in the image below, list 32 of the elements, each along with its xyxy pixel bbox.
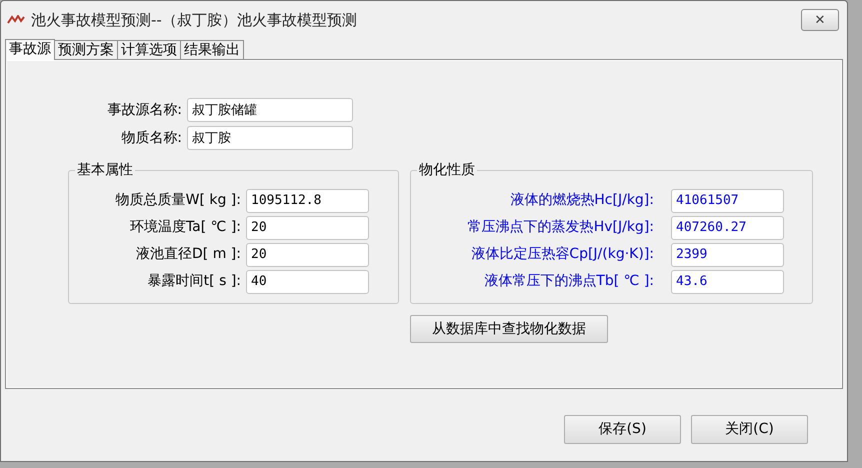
field-label: 常压沸点下的蒸发热Hv[J/kg]: bbox=[466, 218, 654, 237]
app-logo-icon bbox=[7, 15, 25, 25]
group-title: 基本属性 bbox=[75, 161, 135, 179]
field-label: 事故源名称: bbox=[106, 100, 182, 120]
tab[interactable]: 事故源 bbox=[5, 39, 55, 60]
input-field[interactable]: 叔丁胺储罐 bbox=[187, 98, 353, 122]
field-label: 液体比定压热容Cp[J/(kg·K)]: bbox=[470, 245, 654, 264]
field-label: 液体的燃烧热Hc[J/kg]: bbox=[509, 191, 654, 210]
input-field[interactable]: 2399 bbox=[671, 242, 784, 266]
input-field[interactable]: 407260.27 bbox=[671, 216, 784, 240]
input-field[interactable]: 20 bbox=[246, 216, 369, 240]
input-field[interactable]: 43.6 bbox=[671, 270, 784, 294]
tab[interactable]: 结果输出 bbox=[180, 40, 244, 59]
input-field[interactable]: 叔丁胺 bbox=[187, 126, 353, 150]
field-label: 液体常压下的沸点Tb[ ℃ ]: bbox=[483, 272, 654, 291]
input-field[interactable]: 40 bbox=[246, 270, 369, 294]
window-title: 池火事故模型预测--（叔丁胺）池火事故模型预测 bbox=[31, 10, 357, 31]
save-button[interactable]: 保存(S) bbox=[564, 415, 681, 444]
close-button[interactable]: ✕ bbox=[801, 9, 839, 31]
field-label: 环境温度Ta[ ℃ ]: bbox=[128, 218, 241, 237]
input-field[interactable]: 41061507 bbox=[671, 188, 784, 212]
input-field[interactable]: 20 bbox=[246, 242, 369, 266]
field-label: 液池直径D[ m ]: bbox=[135, 245, 241, 264]
field-label: 物质名称: bbox=[120, 128, 182, 148]
lookup-database-button[interactable]: 从数据库中查找物化数据 bbox=[410, 315, 608, 343]
field-label: 暴露时间t[ s ]: bbox=[146, 272, 241, 291]
tab[interactable]: 预测方案 bbox=[54, 40, 118, 59]
field-label: 物质总质量W[ kg ]: bbox=[114, 191, 241, 210]
group-title: 物化性质 bbox=[417, 161, 477, 179]
input-field[interactable]: 1095112.8 bbox=[246, 188, 369, 212]
close-button[interactable]: 关闭(C) bbox=[691, 415, 808, 444]
tab[interactable]: 计算选项 bbox=[117, 40, 181, 59]
